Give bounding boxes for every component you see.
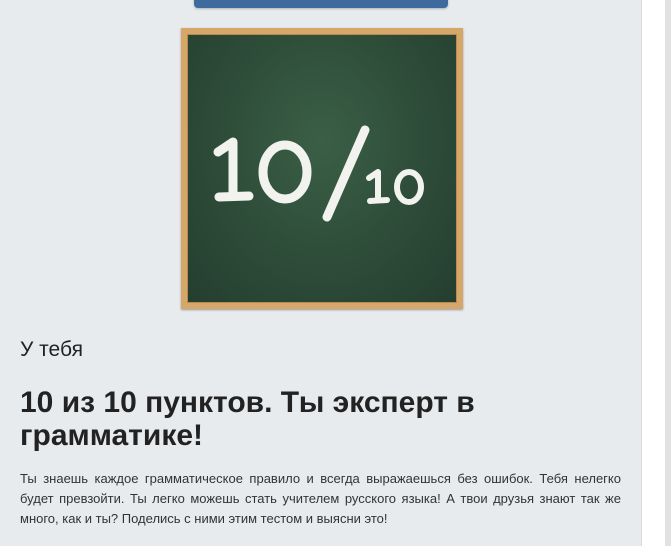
chalk-digit-0 [258,140,312,204]
page: У тебя 10 из 10 пунктов. Ты эксперт в гр… [0,0,671,546]
result-description: Ты знаешь каждое грамматическое правило … [20,471,621,526]
chalk-small-digit-1-base [367,197,390,204]
result-chalkboard-image [181,28,463,309]
chalk-digit-1 [213,137,238,201]
scrollbar-thumb[interactable] [665,0,671,546]
chalk-small-digit-1 [366,169,381,203]
result-label: У тебя [20,338,83,361]
result-panel: У тебя 10 из 10 пунктов. Ты эксперт в гр… [0,0,641,546]
chalk-small-digit-0 [394,169,424,205]
scrollbar[interactable] [665,0,671,546]
chalkboard-score-drawing [213,125,424,222]
result-title: 10 из 10 пунктов. Ты эксперт в грамматик… [20,386,475,452]
top-action-button[interactable] [194,0,448,8]
chalk-slash [322,125,370,222]
chalk-digit-1-base [214,191,254,202]
panel-divider [641,0,642,546]
